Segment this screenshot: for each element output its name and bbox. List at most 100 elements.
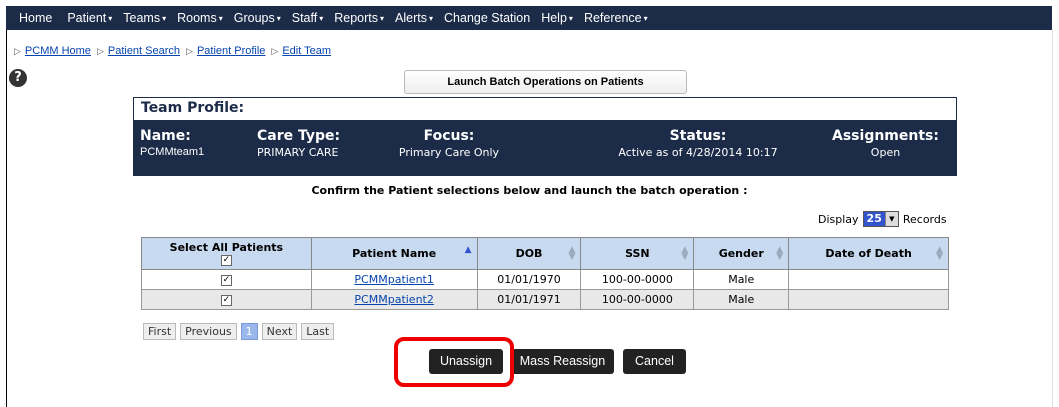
gender-cell: Male bbox=[693, 269, 790, 290]
date-of-death-header[interactable]: Date of Death ▲ ▼ bbox=[788, 237, 949, 270]
mass-reassign-button[interactable]: Mass Reassign bbox=[511, 349, 614, 374]
breadcrumb-arrow-icon: ▷ bbox=[271, 45, 279, 56]
status-label: Status: bbox=[669, 128, 727, 144]
nav-label: Patient bbox=[67, 11, 107, 25]
row-select-checkbox[interactable]: ✓ bbox=[220, 294, 232, 306]
breadcrumb-patient-search[interactable]: Patient Search bbox=[108, 45, 180, 57]
nav-item-help[interactable]: Help ▾ bbox=[535, 11, 578, 25]
breadcrumb-arrow-icon: ▷ bbox=[96, 45, 104, 56]
top-nav-bar: Home Patient ▾ Teams ▾ Rooms ▾ Groups ▾ Staf… bbox=[6, 6, 1052, 30]
nav-item-teams[interactable]: Teams ▾ bbox=[117, 11, 171, 25]
ssn-cell: 100-00-0000 bbox=[580, 289, 695, 310]
pager-next-button[interactable]: Next bbox=[261, 323, 298, 340]
breadcrumb-edit-team[interactable]: Edit Team bbox=[282, 45, 331, 57]
records-per-page-select[interactable]: 25 ▼ bbox=[862, 211, 899, 227]
pager-previous-button[interactable]: Previous bbox=[180, 323, 237, 340]
care-type-block: Care Type: PRIMARY CARE bbox=[257, 128, 340, 159]
nav-label: Teams bbox=[123, 11, 161, 25]
nav-label: Reference bbox=[583, 11, 642, 25]
breadcrumb-patient-profile[interactable]: Patient Profile bbox=[197, 45, 265, 57]
table-header-row: Select All Patients ✓ Patient Name ▲ DOB… bbox=[141, 237, 949, 270]
sort-icon: ▲ ▼ bbox=[776, 245, 784, 262]
caret-down-icon: ▾ bbox=[276, 14, 281, 23]
nav-label: Rooms bbox=[177, 11, 217, 25]
caret-down-icon: ▾ bbox=[218, 14, 223, 23]
dob-header[interactable]: DOB ▲ ▼ bbox=[476, 237, 582, 270]
nav-item-patient[interactable]: Patient ▾ bbox=[61, 11, 117, 25]
nav-label: Staff bbox=[291, 11, 318, 25]
breadcrumb-arrow-icon: ▷ bbox=[14, 45, 21, 56]
assignments-value: Open bbox=[870, 146, 901, 159]
date-of-death-cell bbox=[788, 289, 949, 310]
nav-item-reports[interactable]: Reports ▾ bbox=[328, 11, 389, 25]
row-select-cell: ✓ bbox=[141, 289, 312, 310]
sort-icon: ▲ ▼ bbox=[936, 245, 943, 262]
pager-last-button[interactable]: Last bbox=[301, 323, 335, 340]
table-row: ✓ PCMMpatient1 01/01/1970 100-00-0000 Ma… bbox=[141, 269, 949, 290]
focus-block: Focus: Primary Care Only bbox=[389, 128, 509, 159]
nav-label: Help bbox=[541, 11, 567, 25]
team-name-block: Name: PCMMteam1 bbox=[140, 128, 204, 158]
nav-label: Reports bbox=[334, 11, 379, 25]
page-left-border bbox=[6, 30, 7, 407]
patient-name-header[interactable]: Patient Name ▲ bbox=[310, 237, 478, 270]
patient-link[interactable]: PCMMpatient2 bbox=[354, 293, 433, 306]
focus-value: Primary Care Only bbox=[398, 146, 500, 159]
caret-down-icon: ▾ bbox=[162, 14, 167, 23]
patient-name-cell: PCMMpatient2 bbox=[310, 289, 478, 310]
team-name-value: PCMMteam1 bbox=[140, 146, 205, 158]
help-icon[interactable]: ? bbox=[9, 69, 27, 87]
caret-down-icon: ▾ bbox=[380, 14, 385, 23]
nav-label: Alerts bbox=[395, 11, 427, 25]
dob-cell: 01/01/1971 bbox=[476, 289, 582, 310]
team-profile-info: Name: PCMMteam1 Care Type: PRIMARY CARE … bbox=[133, 120, 957, 176]
select-all-header: Select All Patients ✓ bbox=[141, 237, 312, 270]
patients-table: Select All Patients ✓ Patient Name ▲ DOB… bbox=[141, 237, 949, 310]
pagination: First Previous 1 Next Last bbox=[143, 323, 338, 340]
nav-item-rooms[interactable]: Rooms ▾ bbox=[171, 11, 228, 25]
status-value: Active as of 4/28/2014 10:17 bbox=[618, 146, 778, 159]
records-per-page-value: 25 bbox=[863, 212, 885, 226]
patient-name-cell: PCMMpatient1 bbox=[310, 269, 478, 290]
display-suffix: Records bbox=[902, 212, 947, 226]
nav-label: Home bbox=[19, 11, 53, 25]
nav-item-change-station[interactable]: Change Station bbox=[438, 11, 535, 25]
select-all-label: Select All Patients bbox=[169, 240, 284, 254]
date-of-death-cell bbox=[788, 269, 949, 290]
nav-item-staff[interactable]: Staff ▾ bbox=[286, 11, 329, 25]
launch-batch-operations-button[interactable]: Launch Batch Operations on Patients bbox=[404, 70, 687, 94]
display-records-control: Display 25 ▼ Records bbox=[818, 211, 947, 227]
gender-header-label: Gender bbox=[718, 247, 764, 260]
caret-down-icon: ▾ bbox=[108, 14, 113, 23]
cancel-button[interactable]: Cancel bbox=[623, 349, 686, 374]
select-all-checkbox[interactable]: ✓ bbox=[220, 255, 232, 266]
nav-item-groups[interactable]: Groups ▾ bbox=[228, 11, 286, 25]
caret-down-icon: ▾ bbox=[319, 14, 324, 23]
nav-label: Groups bbox=[233, 11, 275, 25]
breadcrumb: ▷ PCMM Home ▷ Patient Search ▷ Patient P… bbox=[14, 45, 337, 57]
row-select-checkbox[interactable]: ✓ bbox=[220, 274, 232, 286]
nav-item-alerts[interactable]: Alerts ▾ bbox=[389, 11, 438, 25]
team-profile-header: Team Profile: bbox=[133, 97, 957, 121]
pager-page-1[interactable]: 1 bbox=[240, 323, 258, 340]
nav-label: Change Station bbox=[444, 11, 531, 25]
ssn-cell: 100-00-0000 bbox=[580, 269, 695, 290]
sort-icon: ▲ ▼ bbox=[568, 245, 576, 262]
confirm-instructions: Confirm the Patient selections below and… bbox=[311, 184, 748, 197]
sort-icon: ▲ ▼ bbox=[681, 245, 689, 262]
assignments-block: Assignments: Open bbox=[828, 128, 943, 159]
team-profile-title: Team Profile: bbox=[141, 100, 245, 116]
focus-label: Focus: bbox=[423, 128, 475, 144]
date-of-death-header-label: Date of Death bbox=[825, 247, 912, 260]
ssn-header[interactable]: SSN ▲ ▼ bbox=[580, 237, 695, 270]
pager-first-button[interactable]: First bbox=[143, 323, 177, 340]
gender-header[interactable]: Gender ▲ ▼ bbox=[693, 237, 790, 270]
nav-item-home[interactable]: Home bbox=[6, 11, 61, 25]
caret-down-icon: ▾ bbox=[429, 14, 434, 23]
patient-link[interactable]: PCMMpatient1 bbox=[354, 273, 433, 286]
dob-cell: 01/01/1970 bbox=[476, 269, 582, 290]
nav-item-reference[interactable]: Reference ▾ bbox=[578, 11, 653, 25]
row-select-cell: ✓ bbox=[141, 269, 312, 290]
team-name-label: Name: bbox=[140, 128, 191, 144]
breadcrumb-pcmm-home[interactable]: PCMM Home bbox=[25, 45, 91, 57]
